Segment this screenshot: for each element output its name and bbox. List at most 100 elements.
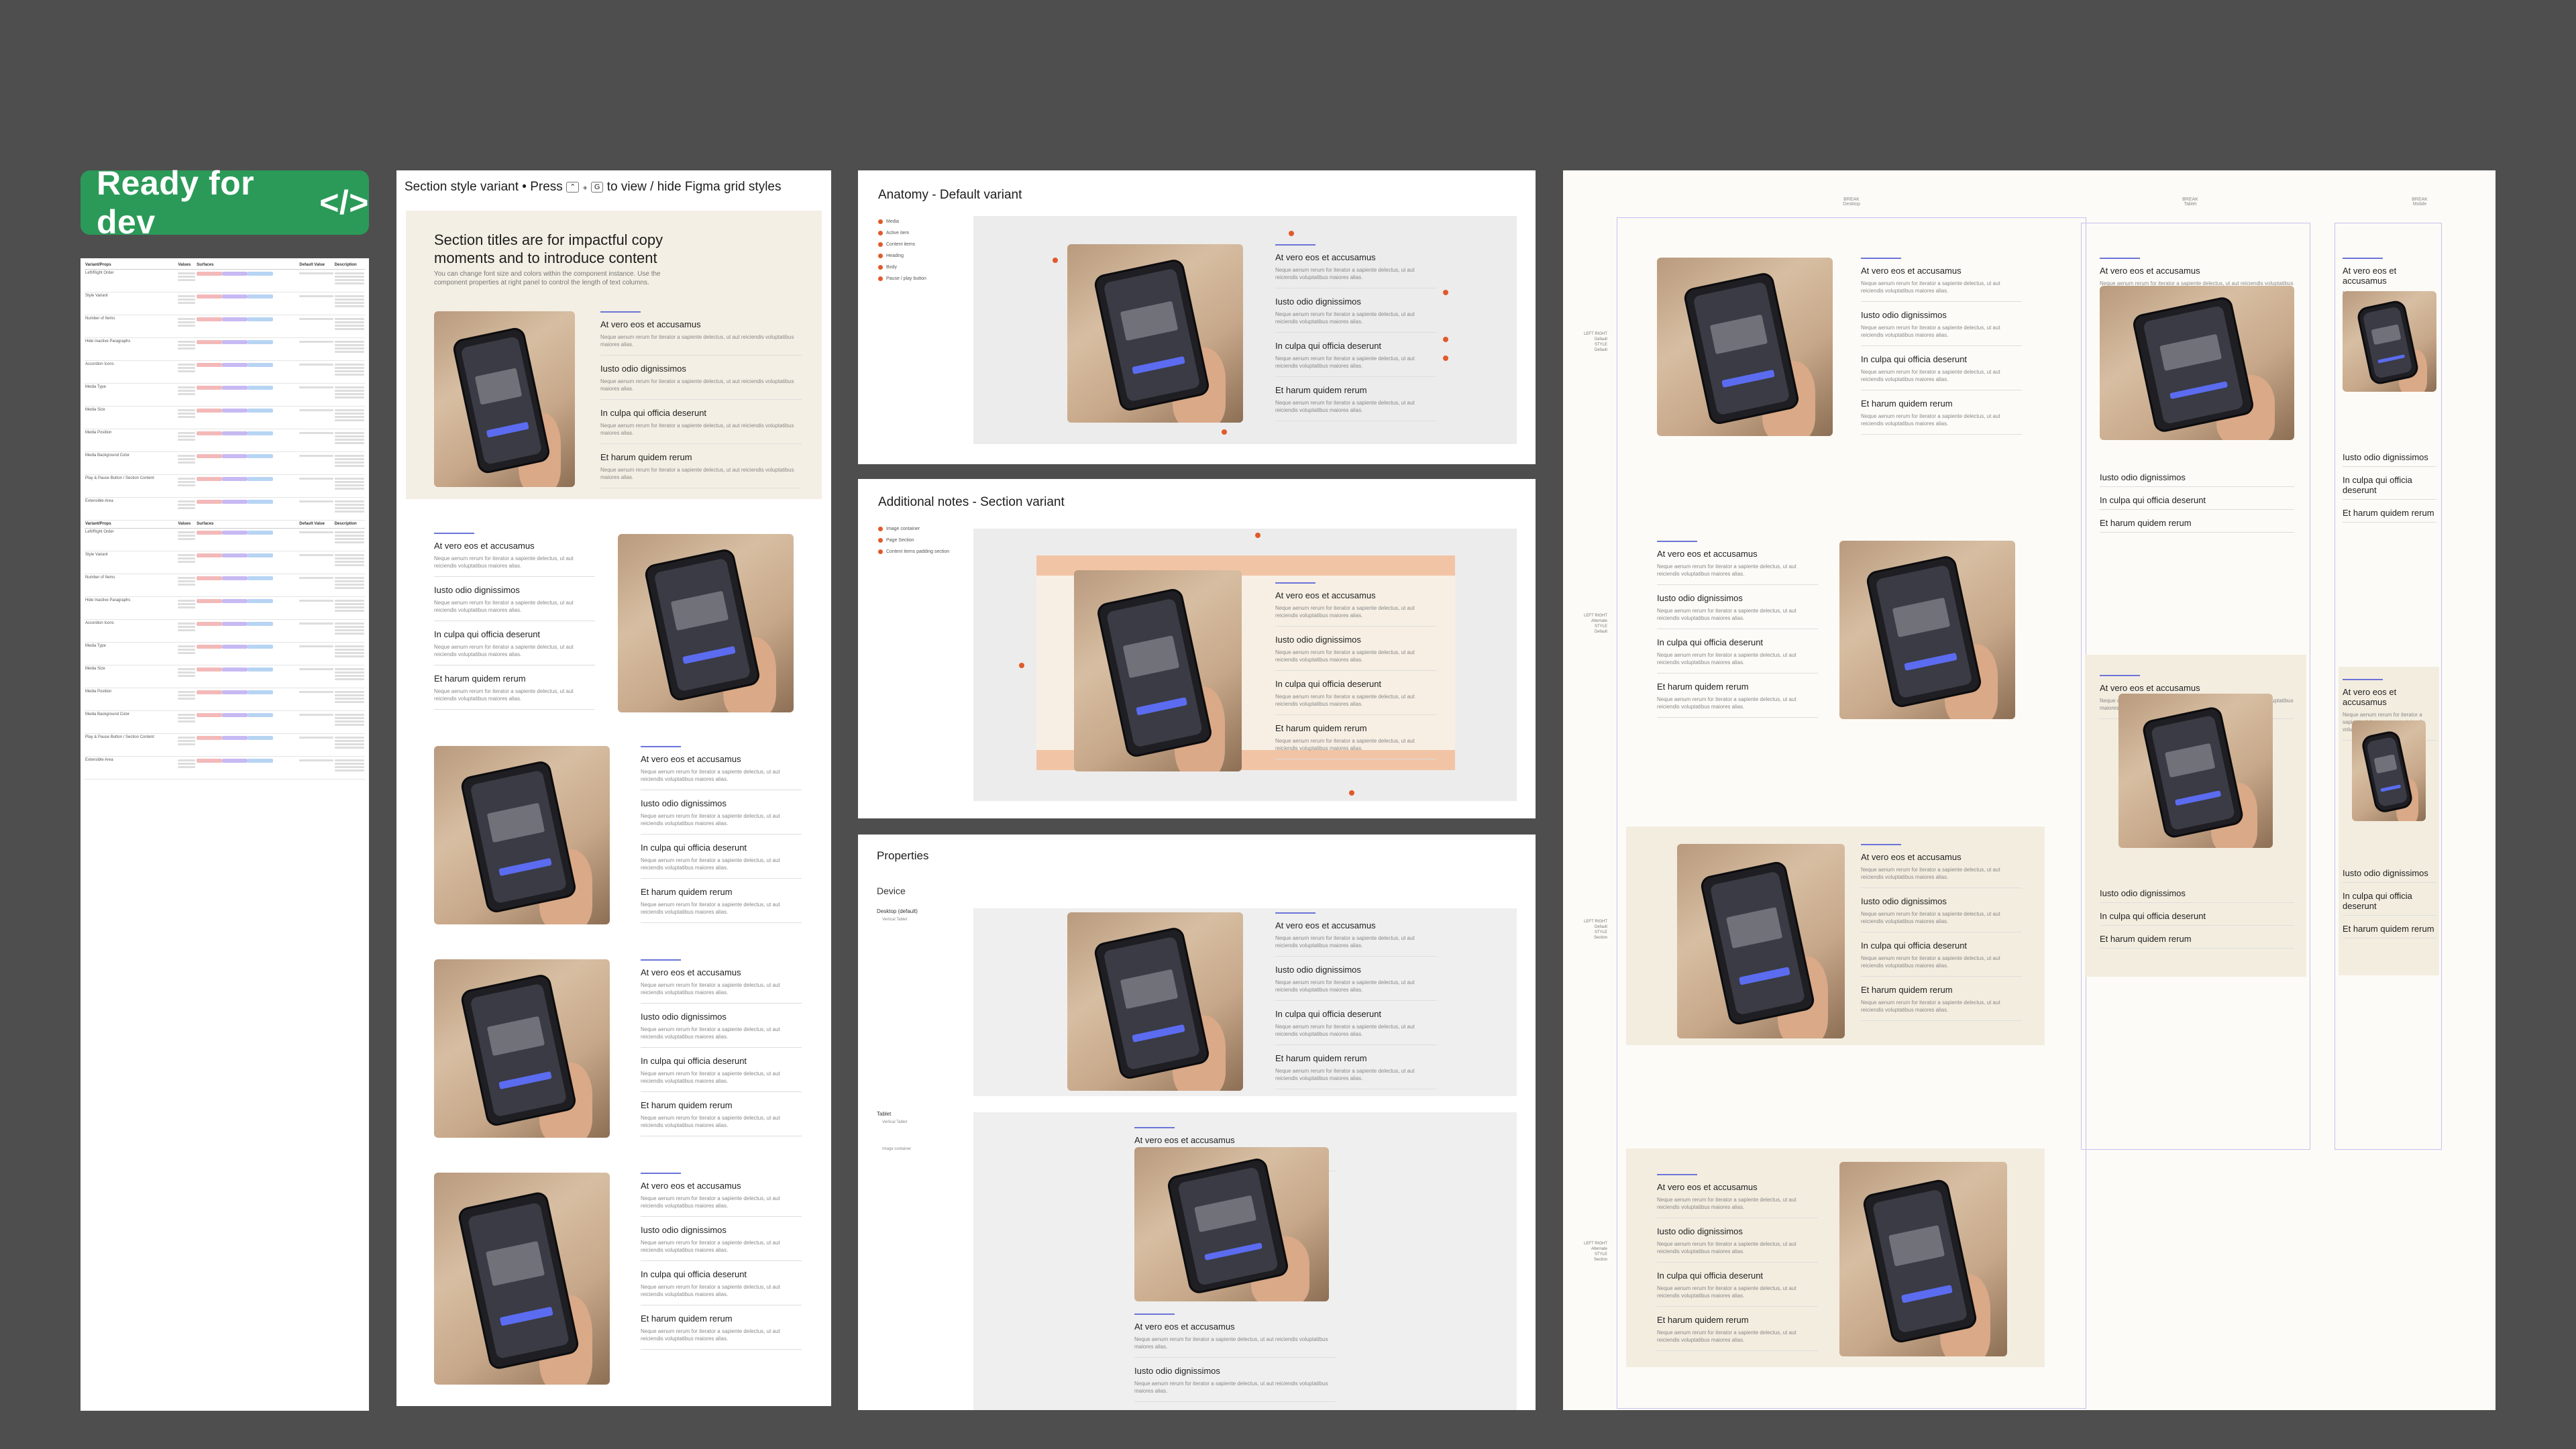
accordion-item-desc: Neque aenum rerum for iterator a sapient… (1861, 369, 2000, 382)
accordion-item-title[interactable]: Iusto odio dignissimos (434, 585, 595, 595)
accordion-item-title[interactable]: At vero eos et accusamus (641, 754, 802, 764)
accordion-item-title[interactable]: In culpa qui officia deserunt (2343, 891, 2436, 911)
accordion-item-title[interactable]: At vero eos et accusamus (2343, 687, 2436, 707)
accordion-item-title[interactable]: Et harum quidem rerum (1861, 398, 2022, 409)
prop-values-cell (177, 406, 197, 429)
accordion-item-title[interactable]: In culpa qui officia deserunt (1861, 941, 2022, 951)
accordion-item-title[interactable]: Iusto odio dignissimos (1861, 896, 2022, 906)
accordion-item-title[interactable]: Et harum quidem rerum (2343, 508, 2436, 518)
accordion-item-title[interactable]: In culpa qui officia deserunt (1657, 1271, 1818, 1281)
accordion-item-title[interactable]: Iusto odio dignissimos (1275, 965, 1436, 975)
accordion-item-title[interactable]: In culpa qui officia deserunt (641, 1269, 802, 1279)
accordion-item-title[interactable]: Iusto odio dignissimos (600, 364, 802, 374)
accordion-accent-line (1861, 258, 1901, 259)
accordion-item-title[interactable]: Et harum quidem rerum (1275, 1053, 1436, 1063)
accordion-item-title[interactable]: Iusto odio dignissimos (1275, 297, 1436, 307)
accordion-item-title[interactable]: Iusto odio dignissimos (2100, 472, 2294, 482)
placeholder-line (178, 389, 196, 392)
accordion-item-title[interactable]: At vero eos et accusamus (1134, 1135, 1336, 1145)
accordion-item-title[interactable]: At vero eos et accusamus (1861, 852, 2022, 862)
placeholder-line (178, 736, 196, 739)
accordion-divider (1275, 956, 1436, 957)
accordion-item-title[interactable]: At vero eos et accusamus (641, 1181, 802, 1191)
accordion-item-title[interactable]: In culpa qui officia deserunt (1657, 637, 1818, 647)
accordion-item-title[interactable]: Et harum quidem rerum (641, 1313, 802, 1324)
accordion-item-title[interactable]: Et harum quidem rerum (641, 887, 802, 897)
accordion-item-title[interactable]: Et harum quidem rerum (2100, 934, 2294, 944)
table-row: Media Type (85, 642, 365, 665)
accordion-item-title[interactable]: At vero eos et accusamus (1275, 920, 1436, 930)
placeholder-line (299, 576, 333, 579)
prop-default-cell (299, 383, 334, 407)
accordion-item-title[interactable]: In culpa qui officia deserunt (641, 843, 802, 853)
accordion-item-title[interactable]: At vero eos et accusamus (2100, 266, 2294, 276)
accordion-item-title[interactable]: In culpa qui officia deserunt (434, 629, 595, 639)
accordion-item-title[interactable]: Iusto odio dignissimos (641, 798, 802, 808)
anatomy-legend-item: Content items (878, 241, 952, 248)
accordion-item-title[interactable]: At vero eos et accusamus (1134, 1322, 1336, 1332)
ready-for-dev-badge[interactable]: Ready for dev </> (80, 164, 369, 241)
accordion-item-title[interactable]: Et harum quidem rerum (1657, 1315, 1818, 1325)
accordion-item-title[interactable]: At vero eos et accusamus (1275, 252, 1436, 262)
accordion-item-title[interactable]: At vero eos et accusamus (2343, 266, 2436, 286)
placeholder-line (178, 713, 196, 716)
accordion-item-title[interactable]: In culpa qui officia deserunt (1275, 1009, 1436, 1019)
accordion-item-title[interactable]: At vero eos et accusamus (434, 541, 595, 551)
accordion-item-desc: Neque aenum rerum for iterator a sapient… (1134, 1336, 1328, 1350)
accordion-item-title[interactable]: Et harum quidem rerum (2343, 924, 2436, 934)
accordion-item-title[interactable]: Et harum quidem rerum (1657, 682, 1818, 692)
placeholder-line (178, 340, 196, 343)
accordion-item-title[interactable]: Iusto odio dignissimos (1657, 1226, 1818, 1236)
surface-tag (197, 644, 223, 649)
accordion-item-title[interactable]: Et harum quidem rerum (600, 452, 802, 462)
accordion-item-title[interactable]: At vero eos et accusamus (641, 967, 802, 977)
resp-photo (1839, 541, 2015, 719)
accordion-item-title[interactable]: Iusto odio dignissimos (2100, 888, 2294, 898)
accordion-item-title[interactable]: Et harum quidem rerum (1861, 985, 2022, 995)
accordion-item-title[interactable]: In culpa qui officia deserunt (600, 408, 802, 418)
accordion-item-title[interactable]: In culpa qui officia deserunt (2100, 495, 2294, 505)
accordion-item-title[interactable]: At vero eos et accusamus (2100, 683, 2294, 693)
accordion-divider (2100, 925, 2294, 926)
badge-label: Ready for dev (97, 164, 255, 241)
prop-default-cell (299, 315, 334, 338)
prop-values-cell (177, 269, 197, 292)
accordion-item-title[interactable]: Et harum quidem rerum (2100, 518, 2294, 528)
placeholder-line (299, 454, 333, 457)
accordion-item-title[interactable]: Iusto odio dignissimos (1861, 310, 2022, 320)
accordion-item-title[interactable]: At vero eos et accusamus (600, 319, 802, 329)
accordion-item-title[interactable]: At vero eos et accusamus (1657, 549, 1818, 559)
accordion-item-title[interactable]: Et harum quidem rerum (1275, 723, 1436, 733)
placeholder-line (299, 759, 333, 761)
accordion-item-title[interactable]: In culpa qui officia deserunt (641, 1056, 802, 1066)
accordion-item-title[interactable]: In culpa qui officia deserunt (1275, 679, 1436, 689)
prop-name-cell: Number of Items (85, 574, 178, 597)
accordion-item-title[interactable]: At vero eos et accusamus (1275, 590, 1436, 600)
placeholder-line (334, 678, 364, 680)
accordion-item-title[interactable]: Iusto odio dignissimos (1134, 1366, 1336, 1376)
accordion-item-title[interactable]: Iusto odio dignissimos (1275, 635, 1436, 645)
accordion-item-title[interactable]: Et harum quidem rerum (1275, 385, 1436, 395)
accordion-item-title[interactable]: Iusto odio dignissimos (641, 1012, 802, 1022)
accordion-divider (1861, 345, 2022, 346)
accordion-item-title[interactable]: Iusto odio dignissimos (1657, 593, 1818, 603)
accordion-divider (2343, 882, 2436, 883)
accordion-item-title[interactable]: In culpa qui officia deserunt (2100, 911, 2294, 921)
accordion-accent-line (1134, 1127, 1175, 1128)
accordion-divider (1275, 332, 1436, 333)
photo-b (434, 746, 610, 924)
accordion-item-title[interactable]: In culpa qui officia deserunt (1275, 341, 1436, 351)
accordion-item-title[interactable]: Iusto odio dignissimos (2343, 452, 2436, 462)
accordion-item-title[interactable]: At vero eos et accusamus (1657, 1182, 1818, 1192)
placeholder-line (178, 366, 196, 369)
accordion-item-desc: Neque aenum rerum for iterator a sapient… (1657, 696, 1796, 710)
accordion-item-title[interactable]: Et harum quidem rerum (641, 1100, 802, 1110)
accordion-item-title[interactable]: Iusto odio dignissimos (641, 1225, 802, 1235)
table-row: Play & Pause Button / Section Content (85, 474, 365, 498)
accordion-item-title[interactable]: In culpa qui officia deserunt (1861, 354, 2022, 364)
accordion-item-title[interactable]: In culpa qui officia deserunt (2343, 475, 2436, 495)
accordion-item-title[interactable]: Iusto odio dignissimos (2343, 868, 2436, 878)
accordion-item-title[interactable]: At vero eos et accusamus (1861, 266, 2022, 276)
anatomy-legend-item: Heading (878, 253, 952, 259)
accordion-item-title[interactable]: Et harum quidem rerum (434, 674, 595, 684)
